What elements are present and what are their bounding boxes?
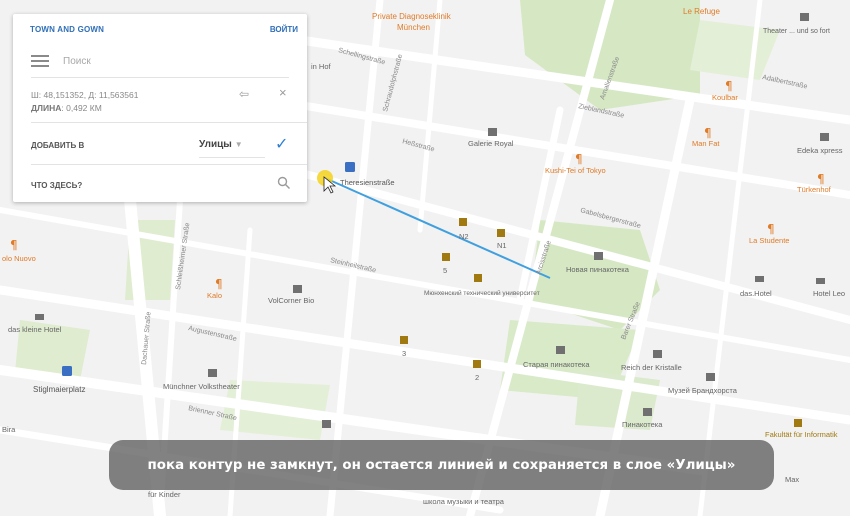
- map-label: 3: [402, 349, 406, 358]
- museum-icon: [653, 350, 662, 358]
- map-label: Edeka xpress: [797, 146, 843, 155]
- brand-link[interactable]: TOWN AND GOWN: [30, 25, 104, 34]
- map-label: Reich der Kristalle: [621, 363, 682, 372]
- museum-icon: [556, 346, 565, 354]
- shop-icon: [293, 285, 302, 293]
- map-label: Музей Брандхорста: [668, 386, 738, 395]
- university-icon: [442, 253, 450, 261]
- info-panel: TOWN AND GOWN ВОЙТИ Ш: 48,151352, Д: 11,…: [13, 14, 307, 202]
- map-label: olo Nuovo: [2, 254, 36, 263]
- map-label: Kushi-Tei of Tokyo: [545, 166, 606, 175]
- station-label: Theresienstraße: [340, 178, 395, 187]
- theater-icon: [800, 13, 809, 21]
- restaurant-icon: ¶: [725, 79, 733, 93]
- divider: [31, 122, 307, 123]
- hotel-icon: [755, 276, 764, 282]
- road: [417, 0, 443, 233]
- confirm-check-icon[interactable]: ✓: [275, 134, 288, 154]
- museum-icon: [594, 252, 603, 260]
- select-underline: [199, 157, 265, 158]
- search-icon[interactable]: [277, 176, 291, 190]
- hotel-icon: [35, 314, 44, 320]
- map-label: 5: [443, 266, 447, 275]
- map-label: Kalo: [207, 291, 222, 300]
- map-label: Galerie Royal: [468, 139, 514, 148]
- map-label: Man Fat: [692, 139, 720, 148]
- university-icon: [794, 419, 802, 427]
- museum-icon: [488, 128, 497, 136]
- map-label: VolCorner Bio: [268, 296, 314, 305]
- length-value: : 0,492 КМ: [61, 103, 102, 113]
- map-label: für Kinder: [148, 490, 181, 499]
- map-label: Stiglmaierplatz: [33, 385, 85, 394]
- shop-icon: [820, 133, 829, 141]
- divider: [31, 164, 307, 165]
- map-label: Theater ... und so fort: [763, 28, 830, 35]
- length-label: ДЛИНА: [31, 103, 62, 113]
- login-button[interactable]: ВОЙТИ: [270, 25, 298, 34]
- chevron-down-icon: ▼: [234, 140, 243, 149]
- map-label: Hotel Leo: [813, 289, 845, 298]
- map-label: Max: [785, 475, 799, 484]
- restaurant-icon: ¶: [575, 152, 583, 166]
- map-label: das.Hotel: [740, 289, 772, 298]
- map-label: Пинакотека: [622, 420, 663, 429]
- map-label: in Hof: [311, 62, 332, 71]
- whats-here-button[interactable]: ЧТО ЗДЕСЬ?: [31, 181, 82, 190]
- street-label: Schraudolphstraße: [382, 53, 404, 112]
- restaurant-icon: ¶: [215, 277, 223, 291]
- restaurant-icon: ¶: [10, 238, 18, 252]
- shop-icon: [208, 369, 217, 377]
- map-label: Le Refuge: [683, 7, 720, 16]
- restaurant-icon: ¶: [704, 126, 712, 140]
- university-icon: [474, 274, 482, 282]
- share-icon[interactable]: ⇦: [239, 87, 249, 101]
- museum-icon: [322, 420, 331, 428]
- restaurant-icon: ¶: [817, 172, 825, 186]
- map-label: Новая пинакотека: [566, 265, 630, 274]
- university-icon: [459, 218, 467, 226]
- length-readout: ДЛИНА: 0,492 КМ: [31, 103, 102, 113]
- divider: [31, 77, 289, 78]
- map-label: La Studente: [749, 236, 789, 245]
- layer-select[interactable]: Улицы ▼: [199, 139, 243, 150]
- university-icon: [473, 360, 481, 368]
- map-label: Мюнхенский технический университет: [424, 289, 540, 297]
- map-label: Türkenhof: [797, 185, 832, 194]
- museum-icon: [643, 408, 652, 416]
- transit-station-icon[interactable]: [62, 366, 72, 376]
- restaurant-icon: ¶: [767, 222, 775, 236]
- map-label: Koulbar: [712, 93, 738, 102]
- map-label: Fakultät für Informatik: [765, 430, 838, 439]
- map-label: Старая пинакотека: [523, 360, 590, 369]
- video-subtitle: пока контур не замкнут, он остается лини…: [109, 440, 774, 490]
- add-to-label: ДОБАВИТЬ В: [31, 141, 85, 150]
- map-label: 2: [475, 373, 479, 382]
- map-label: N2: [459, 232, 469, 241]
- search-input[interactable]: [61, 52, 245, 70]
- close-icon[interactable]: ×: [279, 85, 287, 100]
- map-label: Münchner Volkstheater: [163, 382, 240, 391]
- layer-select-value: Улицы: [199, 139, 232, 150]
- transit-station-icon[interactable]: [345, 162, 355, 172]
- map-label: Private Diagnoseklinik: [372, 12, 452, 21]
- museum-icon: [706, 373, 715, 381]
- map-label: das kleine Hotel: [8, 325, 62, 334]
- university-icon: [400, 336, 408, 344]
- road: [697, 0, 763, 516]
- subtitle-text: пока контур не замкнут, он остается лини…: [147, 457, 736, 473]
- map-label: Bira: [2, 425, 16, 434]
- university-icon: [497, 229, 505, 237]
- street-label: Adalbertstraße: [762, 74, 808, 90]
- map-label: München: [397, 23, 430, 32]
- map-view[interactable]: ¶ ¶ ¶ ¶ ¶ ¶ ¶ Private Diagnoseklinik Mün…: [0, 0, 850, 516]
- map-label: N1: [497, 241, 507, 250]
- coordinates-text: Ш: 48,151352, Д: 11,563561: [31, 90, 139, 100]
- hotel-icon: [816, 278, 825, 284]
- hamburger-menu-icon[interactable]: [31, 55, 49, 67]
- map-label: школа музыки и театра: [423, 497, 505, 506]
